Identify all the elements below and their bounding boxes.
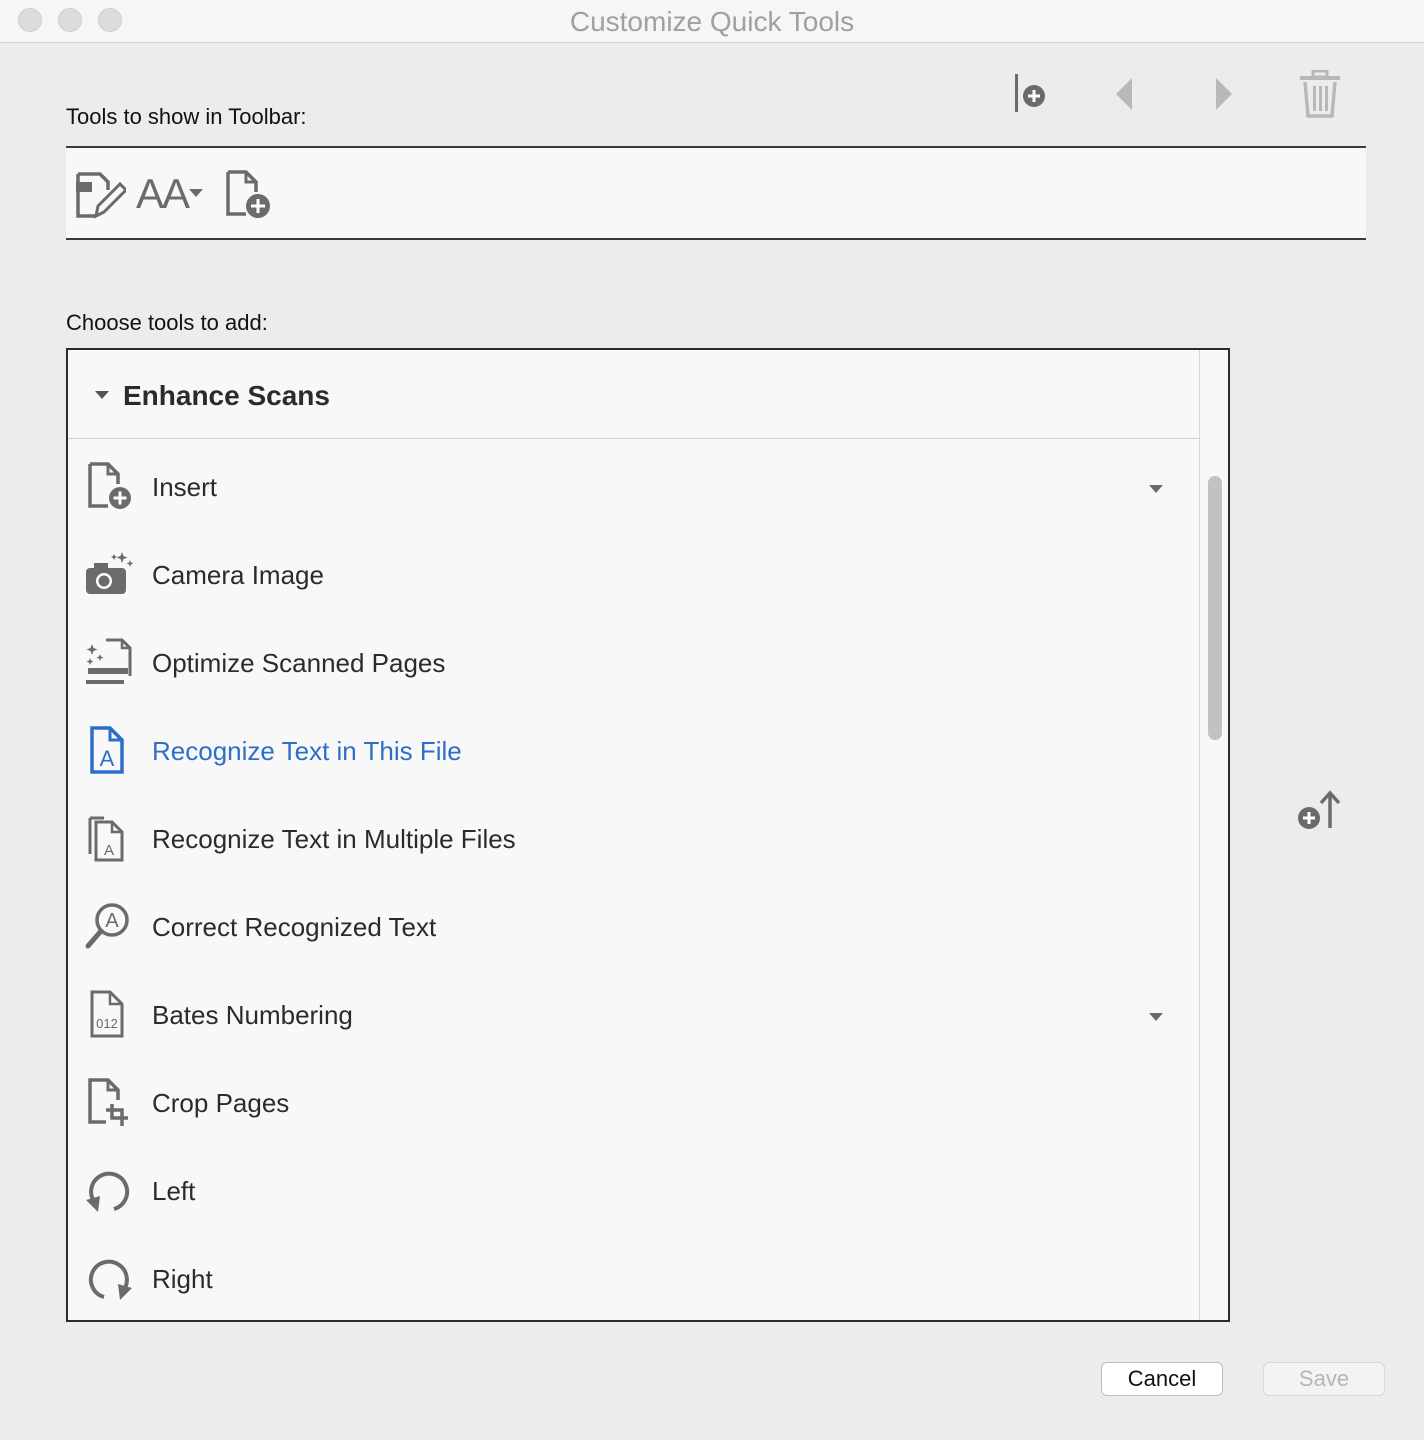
group-header-enhance-scans[interactable]: Enhance Scans [68,350,1199,439]
insert-pages-icon[interactable] [224,170,274,220]
crop-icon [88,1078,128,1126]
group-title: Enhance Scans [123,380,330,411]
item-label: Correct Recognized Text [152,912,437,942]
item-label: Optimize Scanned Pages [152,648,446,678]
trash-icon[interactable] [1298,70,1342,118]
optimize-scan-icon [86,638,132,684]
chevron-down-icon [189,189,203,197]
list-item-bates-numbering[interactable]: 012 Bates Numbering [68,972,1199,1060]
correct-text-icon: A [85,903,129,949]
item-label: Recognize Text in This File [152,736,462,766]
item-label: Recognize Text in Multiple Files [152,824,516,854]
list-item-camera-image[interactable]: Camera Image [68,532,1199,620]
svg-text:012: 012 [96,1016,118,1031]
camera-icon [86,552,134,594]
item-label: Crop Pages [152,1088,290,1118]
rotate-right-icon [88,1259,132,1300]
cancel-button[interactable]: Cancel [1101,1362,1223,1396]
recognize-multiple-icon: A [88,816,124,862]
choose-section-label: Choose tools to add: [66,310,268,335]
scroll-divider [1199,350,1200,1320]
text-size-icon[interactable]: AA [136,170,190,218]
list-item-optimize-scanned-pages[interactable]: Optimize Scanned Pages [68,620,1199,708]
customize-quick-tools-dialog: Customize Quick Tools Tools to show in T… [0,0,1424,1440]
caret-down-icon[interactable] [94,390,110,400]
toolbar-section-label: Tools to show in Toolbar: [66,104,307,129]
rotate-left-icon [86,1171,130,1212]
insert-separator-icon[interactable] [1012,72,1052,116]
edit-pdf-icon[interactable] [74,170,126,220]
tools-list[interactable]: Enhance Scans Insert Camera Image Optimi… [66,348,1230,1322]
move-right-icon[interactable] [1210,76,1236,112]
bates-numbering-icon: 012 [90,990,124,1038]
item-label: Insert [152,472,218,502]
item-label: Bates Numbering [152,1000,353,1030]
move-left-icon[interactable] [1112,76,1138,112]
chevron-down-icon[interactable] [1148,1012,1164,1022]
title-bar: Customize Quick Tools [0,0,1424,43]
list-item-crop-pages[interactable]: Crop Pages [68,1060,1199,1148]
insert-pages-icon [88,462,131,509]
chevron-down-icon[interactable] [1148,484,1164,494]
item-label: Left [152,1176,196,1206]
list-item-insert[interactable]: Insert [68,444,1199,532]
list-item-rotate-left[interactable]: Left [68,1148,1199,1236]
save-button[interactable]: Save [1263,1362,1385,1396]
svg-text:A: A [104,842,114,859]
item-label: Right [152,1264,213,1294]
list-item-recognize-text-in-this-file[interactable]: A Recognize Text in This File [68,708,1199,796]
list-item-correct-recognized-text[interactable]: A Correct Recognized Text [68,884,1199,972]
item-label: Camera Image [152,560,324,590]
svg-text:A: A [105,910,119,932]
toolbar-tools-strip[interactable]: AA [66,146,1366,240]
list-item-recognize-text-in-multiple-files[interactable]: A Recognize Text in Multiple Files [68,796,1199,884]
svg-text:A: A [100,746,115,771]
window-title: Customize Quick Tools [569,6,855,37]
add-to-toolbar-icon[interactable] [1296,790,1346,834]
recognize-text-icon: A [90,726,124,774]
list-item-rotate-right[interactable]: Right [68,1236,1199,1320]
scrollbar-thumb[interactable] [1208,476,1222,740]
